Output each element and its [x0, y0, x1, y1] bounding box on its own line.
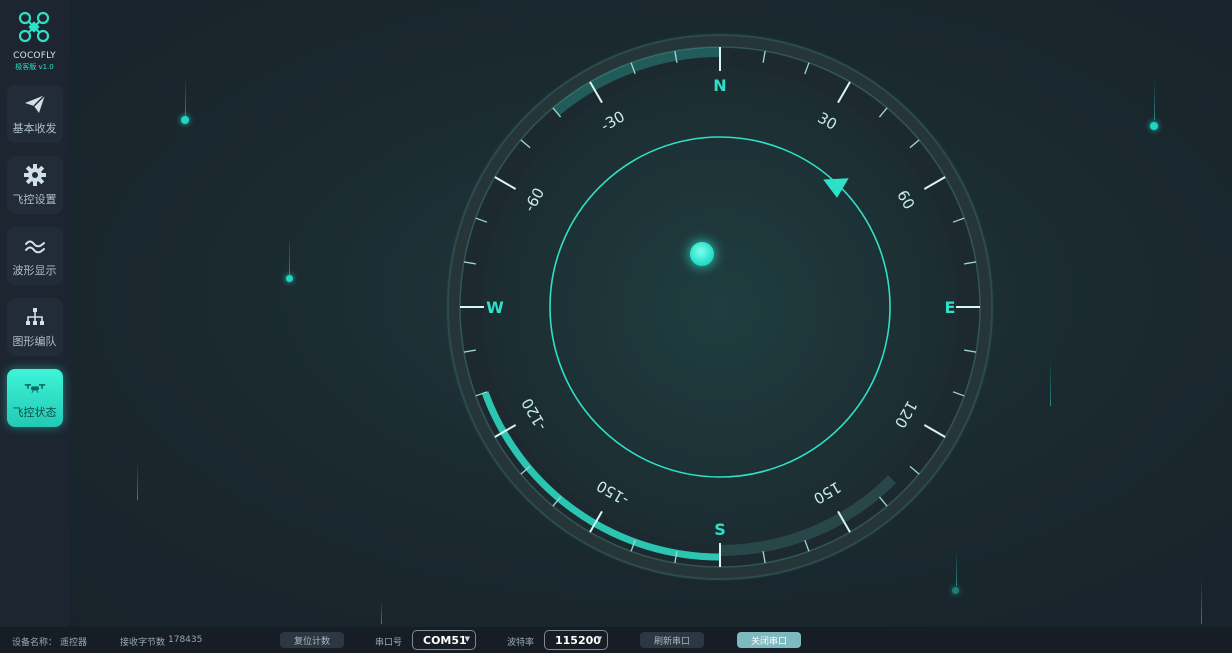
compass-inner-face [482, 69, 958, 545]
wave-icon [24, 235, 46, 257]
decor-line [1201, 578, 1202, 624]
device-name-value: 遥控器 [60, 638, 88, 648]
nav-item-waveform[interactable]: 波形显示 [6, 227, 63, 285]
cardinal-w: W [486, 298, 504, 317]
chevron-down-icon: ▼ [464, 635, 470, 643]
device-name-label: 设备名称： [12, 638, 58, 648]
decor-line [1050, 360, 1051, 406]
reset-count-button[interactable]: 复位计数 [280, 632, 344, 648]
cardinal-e: E [945, 298, 956, 317]
baud-rate-value: 115200 [555, 633, 601, 647]
cardinal-s: S [714, 520, 726, 539]
cardinal-n: N [713, 76, 726, 95]
decor-dot [181, 116, 189, 124]
status-bar: 设备名称： 遥控器 接收字节数 178435 复位计数 串口号 COM51 ▼ … [0, 627, 1232, 653]
nav-item-basic-send-receive[interactable]: 基本收发 [6, 85, 63, 143]
decor-line [289, 235, 290, 275]
nav-label: 飞控设置 [12, 192, 57, 206]
decor-dot [286, 275, 293, 282]
nav-item-flight-settings[interactable]: 飞控设置 [6, 156, 63, 214]
nav-label: 图形编队 [12, 334, 57, 348]
nav-item-formation[interactable]: 图形编队 [6, 298, 63, 356]
close-port-button[interactable]: 关闭串口 [737, 632, 801, 648]
app-logo: COCOFLY 极客版 v1.0 [13, 10, 56, 72]
main-stage: N E S W 30 60 120 150 -150 -120 -60 -30 [69, 0, 1232, 627]
nav-item-flight-status[interactable]: 飞控状态 [6, 369, 63, 427]
send-icon [24, 93, 46, 115]
decor-line [1154, 80, 1155, 120]
bytes-received-value: 178435 [168, 635, 203, 645]
baud-rate-label: 波特率 [507, 638, 535, 648]
sidebar: COCOFLY 极客版 v1.0 基本收发 飞控设置 波形显示 图形编队 飞控状… [0, 0, 69, 627]
drone-logo-icon [19, 11, 50, 43]
decor-dot [1150, 122, 1158, 130]
serial-port-select[interactable]: COM51 ▼ [412, 630, 476, 650]
chevron-down-icon: ▼ [596, 635, 602, 643]
gear-icon [23, 163, 46, 186]
brand-version: 极客版 v1.0 [15, 63, 54, 71]
decor-dot [952, 587, 959, 594]
nav-label: 基本收发 [12, 121, 57, 135]
decor-line [381, 600, 382, 624]
serial-port-label: 串口号 [375, 638, 403, 648]
drone-icon [24, 377, 46, 399]
nav-label: 飞控状态 [12, 405, 57, 419]
nav-label: 波形显示 [12, 263, 57, 277]
bytes-received-label: 接收字节数 [120, 638, 166, 648]
refresh-port-button[interactable]: 刷新串口 [640, 632, 704, 648]
center-dot [690, 242, 714, 266]
hierarchy-icon [24, 306, 46, 328]
brand-name: COCOFLY [13, 51, 56, 61]
serial-port-value: COM51 [423, 633, 467, 647]
baud-rate-select[interactable]: 115200 ▼ [544, 630, 608, 650]
decor-line [185, 76, 186, 116]
decor-line [137, 460, 138, 500]
compass: N E S W 3060120150-150-120-60-30 [445, 32, 995, 582]
